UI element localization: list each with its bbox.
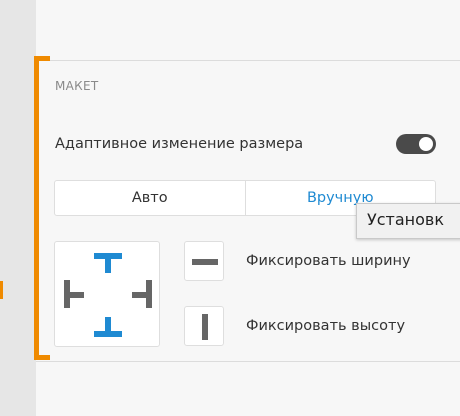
adaptive-resize-label: Адаптивное изменение размера [55, 136, 304, 152]
adaptive-resize-toggle[interactable] [396, 134, 436, 154]
tooltip: Установк [356, 203, 460, 239]
selection-bracket-bottom [34, 355, 50, 360]
anchor-right-icon[interactable] [132, 280, 152, 308]
selection-bracket [34, 56, 39, 360]
anchor-left-icon[interactable] [64, 280, 84, 308]
left-gutter [0, 0, 36, 416]
panel-top-area [36, 0, 460, 60]
fix-width-label: Фиксировать ширину [246, 253, 411, 269]
horizontal-bar-icon [192, 259, 218, 265]
side-accent-marker [0, 281, 3, 299]
vertical-bar-icon [202, 314, 208, 340]
anchor-top-icon[interactable] [94, 253, 122, 273]
anchor-bottom-icon[interactable] [94, 317, 122, 337]
anchor-selector[interactable] [54, 241, 160, 347]
mode-auto-button[interactable]: Авто [55, 181, 245, 215]
selection-bracket-top [34, 56, 50, 61]
toggle-knob [419, 137, 433, 151]
fix-width-button[interactable] [184, 241, 224, 281]
fix-height-label: Фиксировать высоту [246, 318, 406, 334]
fix-height-button[interactable] [184, 306, 224, 346]
section-title: МАКЕТ [55, 79, 99, 93]
